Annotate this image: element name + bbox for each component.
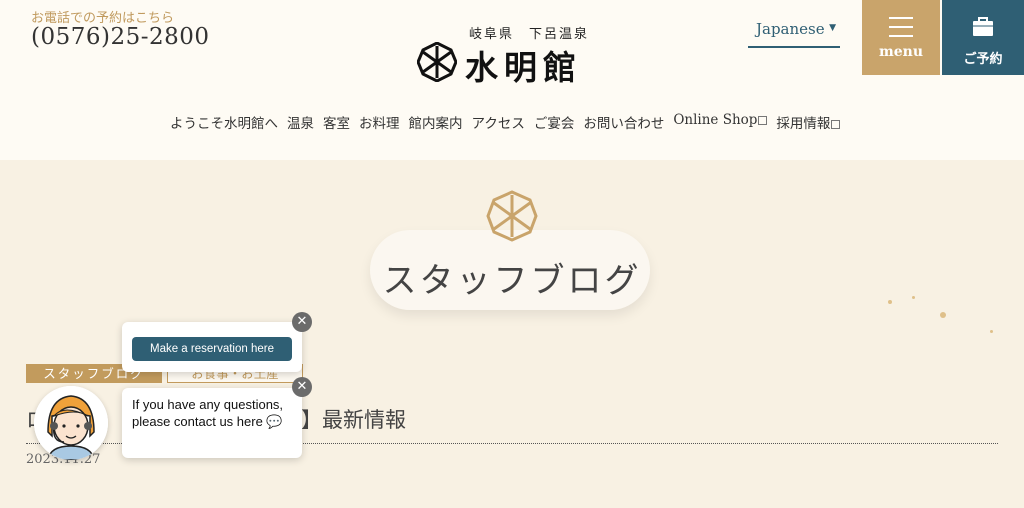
external-link-icon (831, 120, 841, 129)
crest-icon (486, 190, 538, 242)
post-title-end: 】最新情報 (301, 408, 406, 432)
nav-item-rooms[interactable]: 客室 (323, 112, 350, 132)
site-logo[interactable]: 岐阜県 下呂温泉 水明館 (417, 22, 617, 87)
nav-item-facilities[interactable]: 館内案内 (409, 112, 463, 132)
site-header: お電話での予約はこちら (0576)25-2800 岐阜県 下呂温泉 水明館 J… (0, 0, 1024, 160)
nav-item-cuisine[interactable]: お料理 (359, 112, 400, 132)
nav-item-banquet[interactable]: ご宴会 (534, 112, 575, 132)
nav-item-onsen[interactable]: 温泉 (287, 112, 314, 132)
bag-icon (973, 17, 993, 36)
make-reservation-button[interactable]: Make a reservation here (132, 337, 292, 361)
language-label: Japanese (756, 20, 825, 38)
hamburger-icon (889, 17, 913, 37)
caret-down-icon: ▼ (829, 23, 836, 33)
menu-label: menu (878, 44, 924, 60)
support-agent-icon (34, 386, 108, 460)
nav-item-access[interactable]: アクセス (472, 112, 525, 132)
close-icon[interactable]: ✕ (292, 312, 312, 332)
phone-number-link[interactable]: (0576)25-2800 (31, 24, 210, 50)
nav-item-welcome[interactable]: ようこそ水明館へ (170, 112, 278, 132)
main-nav: ようこそ水明館へ 温泉 客室 お料理 館内案内 アクセス ご宴会 お問い合わせ … (170, 112, 841, 132)
close-icon[interactable]: ✕ (292, 377, 312, 397)
help-chat-card[interactable]: If you have any questions, please contac… (122, 388, 302, 458)
chat-avatar[interactable] (34, 386, 108, 460)
reservation-label: ご予約 (963, 52, 1003, 67)
nav-item-contact[interactable]: お問い合わせ (583, 112, 664, 132)
reservation-chat-card: Make a reservation here (122, 322, 302, 372)
page-title: スタッフブログ (382, 261, 642, 301)
logo-title: 水明館 (465, 48, 582, 87)
recruit-label: 採用情報 (776, 116, 831, 132)
language-selector[interactable]: Japanese ▼ (748, 17, 840, 48)
reservation-button[interactable]: ご予約 (942, 0, 1024, 75)
logo-mark-icon (417, 42, 457, 82)
nav-item-online-shop[interactable]: Online Shop (673, 112, 768, 132)
logo-subtitle: 岐阜県 下呂温泉 (469, 27, 590, 42)
external-link-icon (758, 116, 768, 125)
online-shop-label: Online Shop (673, 112, 758, 128)
decorative-speck (940, 312, 946, 318)
help-message: If you have any questions, please contac… (132, 397, 284, 429)
menu-button[interactable]: menu (862, 0, 940, 75)
decorative-speck (990, 330, 993, 333)
nav-item-recruit[interactable]: 採用情報 (776, 112, 841, 132)
